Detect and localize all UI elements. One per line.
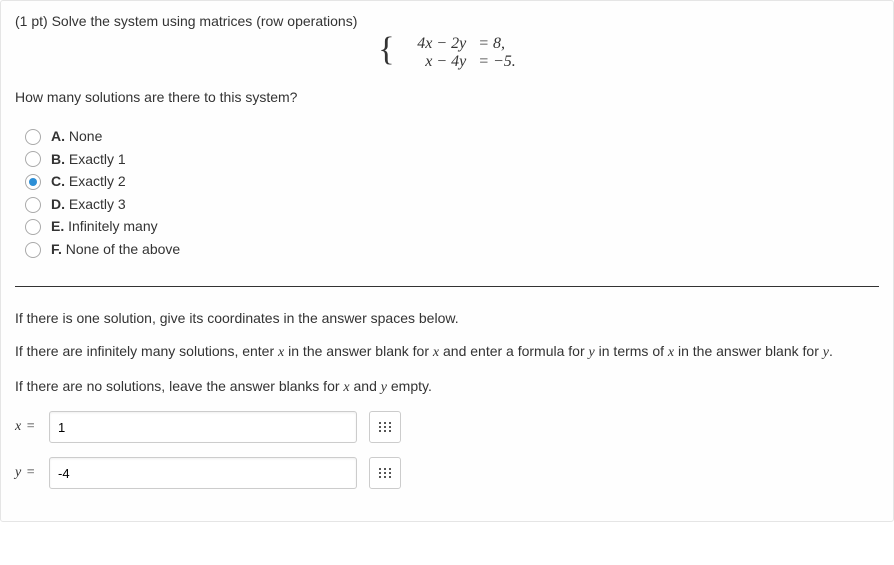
option-b[interactable]: B. Exactly 1: [25, 150, 879, 170]
grid-icon: [379, 422, 391, 432]
equation-editor-button-y[interactable]: [369, 457, 401, 489]
grid-icon: [379, 468, 391, 478]
answer-row-x: x =: [15, 411, 879, 443]
option-a[interactable]: A. None: [25, 127, 879, 147]
eq1-rhs: = 8,: [470, 35, 505, 53]
problem-prompt: (1 pt) Solve the system using matrices (…: [15, 13, 879, 29]
answer-row-y: y =: [15, 457, 879, 489]
instruction-infinite: If there are infinitely many solutions, …: [15, 342, 879, 363]
x-input[interactable]: [49, 411, 357, 443]
eq2-lhs: x − 4y: [396, 53, 466, 71]
instruction-one-solution: If there is one solution, give its coord…: [15, 309, 879, 329]
equation-system: { 4x − 2y = 8, x − 4y = −5.: [15, 35, 879, 71]
y-label: y =: [15, 465, 49, 481]
y-input[interactable]: [49, 457, 357, 489]
equation-editor-button-x[interactable]: [369, 411, 401, 443]
radio-c[interactable]: [25, 174, 41, 190]
option-c[interactable]: C. Exactly 2: [25, 172, 879, 192]
options-group: A. None B. Exactly 1 C. Exactly 2 D. Exa…: [25, 127, 879, 260]
radio-b[interactable]: [25, 151, 41, 167]
x-label: x =: [15, 419, 49, 435]
radio-e[interactable]: [25, 219, 41, 235]
instruction-no-solution: If there are no solutions, leave the ans…: [15, 377, 879, 398]
option-e[interactable]: E. Infinitely many: [25, 217, 879, 237]
option-d[interactable]: D. Exactly 3: [25, 195, 879, 215]
eq1-lhs: 4x − 2y: [396, 35, 466, 53]
question-text: How many solutions are there to this sys…: [15, 89, 879, 105]
radio-f[interactable]: [25, 242, 41, 258]
left-brace: {: [378, 33, 394, 67]
eq2-rhs: = −5.: [470, 53, 516, 71]
radio-d[interactable]: [25, 197, 41, 213]
problem-container: (1 pt) Solve the system using matrices (…: [0, 0, 894, 522]
section-divider: [15, 286, 879, 287]
option-f[interactable]: F. None of the above: [25, 240, 879, 260]
radio-a[interactable]: [25, 129, 41, 145]
